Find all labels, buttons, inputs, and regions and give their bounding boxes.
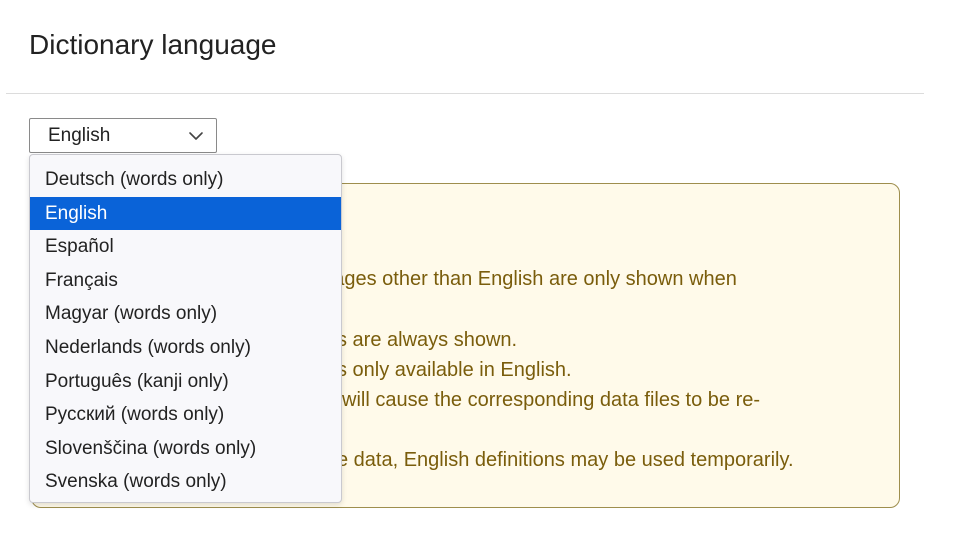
select-value: English xyxy=(48,124,111,146)
section-divider xyxy=(6,93,924,94)
settings-page: Dictionary language English guages other… xyxy=(0,0,955,546)
option-portugues[interactable]: Português (kanji only) xyxy=(30,365,341,399)
chevron-down-icon xyxy=(189,132,203,140)
option-russkiy[interactable]: Русский (words only) xyxy=(30,398,341,432)
option-nederlands[interactable]: Nederlands (words only) xyxy=(30,331,341,365)
language-dropdown-list: Deutsch (words only) English Español Fra… xyxy=(29,154,342,503)
option-francais[interactable]: Français xyxy=(30,264,341,298)
info-line: will cause the corresponding data files … xyxy=(342,389,761,411)
option-espanol[interactable]: Español xyxy=(30,230,341,264)
section-title: Dictionary language xyxy=(29,29,277,60)
info-line: guages other than English are only shown… xyxy=(311,268,737,290)
option-english[interactable]: English xyxy=(30,196,341,231)
option-slovenscina[interactable]: Slovenščina (words only) xyxy=(30,432,341,466)
option-magyar[interactable]: Magyar (words only) xyxy=(30,297,341,331)
option-svenska[interactable]: Svenska (words only) xyxy=(30,465,341,499)
info-line: e data, English definitions may be used … xyxy=(337,449,794,471)
info-line: s are always shown. xyxy=(337,329,518,351)
option-deutsch[interactable]: Deutsch (words only) xyxy=(30,163,341,197)
info-line: s only available in English. xyxy=(337,359,572,381)
dictionary-language-select[interactable]: English xyxy=(29,118,217,153)
